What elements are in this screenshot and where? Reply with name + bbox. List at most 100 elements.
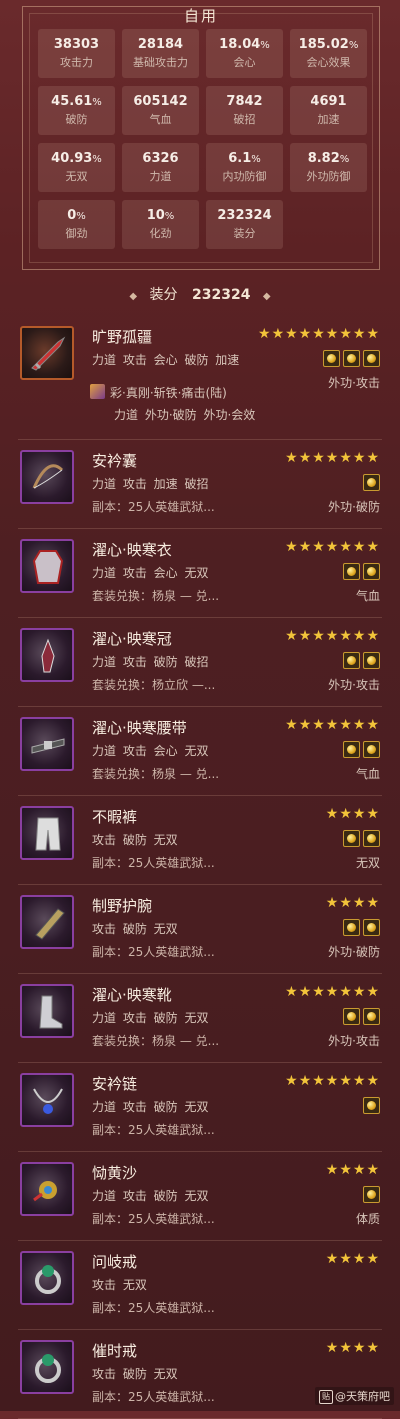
equipment-row[interactable]: 安衿链 力道 攻击 破防 无双 ★★★★★★★ 副本：25人英雄武狱... [18,1063,382,1152]
equipment-row[interactable]: 制野护腕 攻击 破防 无双 ★★★★ 副本：25人英雄武狱... 外功·破防 [18,885,382,974]
stat-label: 化劲 [149,227,172,240]
item-attrs: 攻击 破防 无双 [92,1367,178,1381]
bow-icon[interactable] [20,450,74,504]
equipment-row[interactable]: 恸黄沙 力道 攻击 破防 无双 ★★★★ 副本：25人英雄武狱... 体质 [18,1152,382,1241]
item-source: 副本：25人英雄武狱... [92,1390,215,1404]
item-attrs: 力道 攻击 会心 破防 加速 [92,353,240,367]
equipment-row[interactable]: 催时戒攻击 破防 无双 ★★★★ 副本：25人英雄武狱... [18,1330,382,1419]
stat-cell: 28184 基础攻击力 [122,29,199,78]
item-source: 副本：25人英雄武狱... [92,1123,215,1137]
stat-value: 18.04% [219,37,270,52]
score-label: 装分 [149,287,178,303]
gem-icon [363,350,380,367]
item-tag: 外功·攻击 [328,1034,380,1048]
baidu-icon: 贴 [319,1390,333,1404]
blade-icon[interactable] [20,326,74,380]
gem-icon [363,1008,380,1025]
stat-label: 破防 [65,113,88,126]
item-attrs: 力道 攻击 破防 无双 [92,1189,209,1203]
gem-icon [363,741,380,758]
item-source: 套装兑换：杨泉 — 兑... [92,589,220,603]
stat-value: 6.1% [228,151,261,166]
stat-label: 无双 [65,170,88,183]
pants-icon[interactable] [20,806,74,860]
item-name: 濯心·映寒衣 [92,541,172,559]
item-attrs: 力道 攻击 会心 无双 [92,744,209,758]
robe-icon[interactable] [20,539,74,593]
stat-value: 232324 [217,208,272,223]
gem-slots [360,1097,380,1114]
item-tag: 无双 [355,856,380,870]
gem-slots [340,741,380,758]
gem-icon [363,474,380,491]
stat-value: 7842 [226,94,263,109]
item-attrs: 力道 攻击 加速 破招 [92,477,209,491]
item-name: 安衿囊 [92,452,138,470]
ring-icon[interactable] [20,1340,74,1394]
item-name: 濯心·映寒腰带 [92,719,187,737]
stat-value: 4691 [310,94,347,109]
item-name: 问岐戒 [92,1253,138,1271]
stat-cell: 10% 化劲 [122,200,199,249]
star-rating: ★★★★★★★ [285,717,380,733]
enchant-name: 彩·真刚·斩铁·痛击(陆) [110,386,227,400]
stat-label: 御劲 [65,227,88,240]
stat-value: 38303 [53,37,100,52]
item-source: 副本：25人英雄武狱... [92,945,215,959]
ring-icon[interactable] [20,1251,74,1305]
star-rating: ★★★★★★★ [285,984,380,1000]
item-name: 催时戒 [92,1342,138,1360]
star-rating: ★★★★ [325,806,380,822]
item-source: 副本：25人英雄武狱... [92,856,215,870]
gem-icon [363,652,380,669]
star-rating: ★★★★ [325,895,380,911]
equipment-row[interactable]: 安衿囊 力道 攻击 加速 破招 ★★★★★★★ 副本：25人英雄武狱... 外功·破防 [18,440,382,529]
equipment-row[interactable]: 问岐戒 攻击 无双 ★★★★ 副本：25人英雄武狱... [18,1241,382,1330]
score-value: 232324 [192,287,251,303]
item-name: 安衿链 [92,1075,138,1093]
gem-slots [360,1186,380,1203]
bracer-icon[interactable] [20,895,74,949]
stat-grid: 38303 攻击力 28184 基础攻击力 18.04% 会心 185.02% 会心效果 45.… [38,29,367,249]
equipment-row[interactable]: 濯心·映寒靴 力道 攻击 破防 无双 ★★★★★★★ 套装兑换：杨泉 — 兑... 外功… [18,974,382,1063]
gem-icon [363,1097,380,1114]
equipment-row[interactable]: 濯心·映寒衣 力道 攻击 会心 无双 ★★★★★★★ 套装兑换：杨泉 — 兑... 气血 [18,529,382,618]
stat-value: 10% [146,208,175,223]
item-source: 副本：25人英雄武狱... [92,500,215,514]
boots-icon[interactable] [20,984,74,1038]
stat-label: 外功防御 [306,170,351,183]
gem-slots [340,919,380,936]
stat-cell: 38303 攻击力 [38,29,115,78]
right-diamond-icon: ◆ [262,291,271,302]
stat-value: 40.93% [51,151,102,166]
star-rating: ★★★★★★★ [285,628,380,644]
equipment-row[interactable]: 濯心·映寒冠 力道 攻击 破防 破招 ★★★★★★★ 套装兑换：杨立欣 —... 外功·… [18,618,382,707]
stat-label: 内功防御 [222,170,267,183]
star-rating: ★★★★ [325,1251,380,1267]
hat-icon[interactable] [20,628,74,682]
stat-value: 0% [67,208,86,223]
belt-icon[interactable] [20,717,74,771]
left-diamond-icon: ◆ [129,291,138,302]
equipment-row[interactable]: 不暇裤 攻击 破防 无双 ★★★★ 副本：25人英雄武狱... 无双 [18,796,382,885]
item-source: 副本：25人英雄武狱... [92,1212,215,1226]
item-tag: 气血 [355,589,380,603]
stat-label: 会心 [233,56,256,69]
stat-value: 185.02% [298,37,359,52]
equipment-row[interactable]: 濯心·映寒腰带 力道 攻击 会心 无双 ★★★★★★★ 套装兑换：杨泉 — 兑... 气… [18,707,382,796]
stat-cell: 232324 装分 [206,200,283,249]
watermark: 贴 @天策府吧 [315,1387,394,1405]
stat-cell: 4691 加速 [290,86,367,135]
star-rating: ★★★★ [325,1340,380,1356]
stat-label: 会心效果 [306,56,351,69]
stat-cell: 40.93% 无双 [38,143,115,192]
pendant-icon[interactable] [20,1162,74,1216]
necklace-icon[interactable] [20,1073,74,1127]
item-tag: 外功·破防 [328,500,380,514]
stat-label: 破招 [233,113,256,126]
star-rating: ★★★★★★★ [285,539,380,555]
item-name: 不暇裤 [92,808,138,826]
equipment-row[interactable]: 旷野孤疆 力道 攻击 会心 破防 加速 ★★★★★★★★★ 外功·攻击 彩·真刚·斩铁·… [18,316,382,440]
score-bar: ◆ 装分 232324 ◆ [0,284,400,304]
item-name: 旷野孤疆 [92,328,153,346]
